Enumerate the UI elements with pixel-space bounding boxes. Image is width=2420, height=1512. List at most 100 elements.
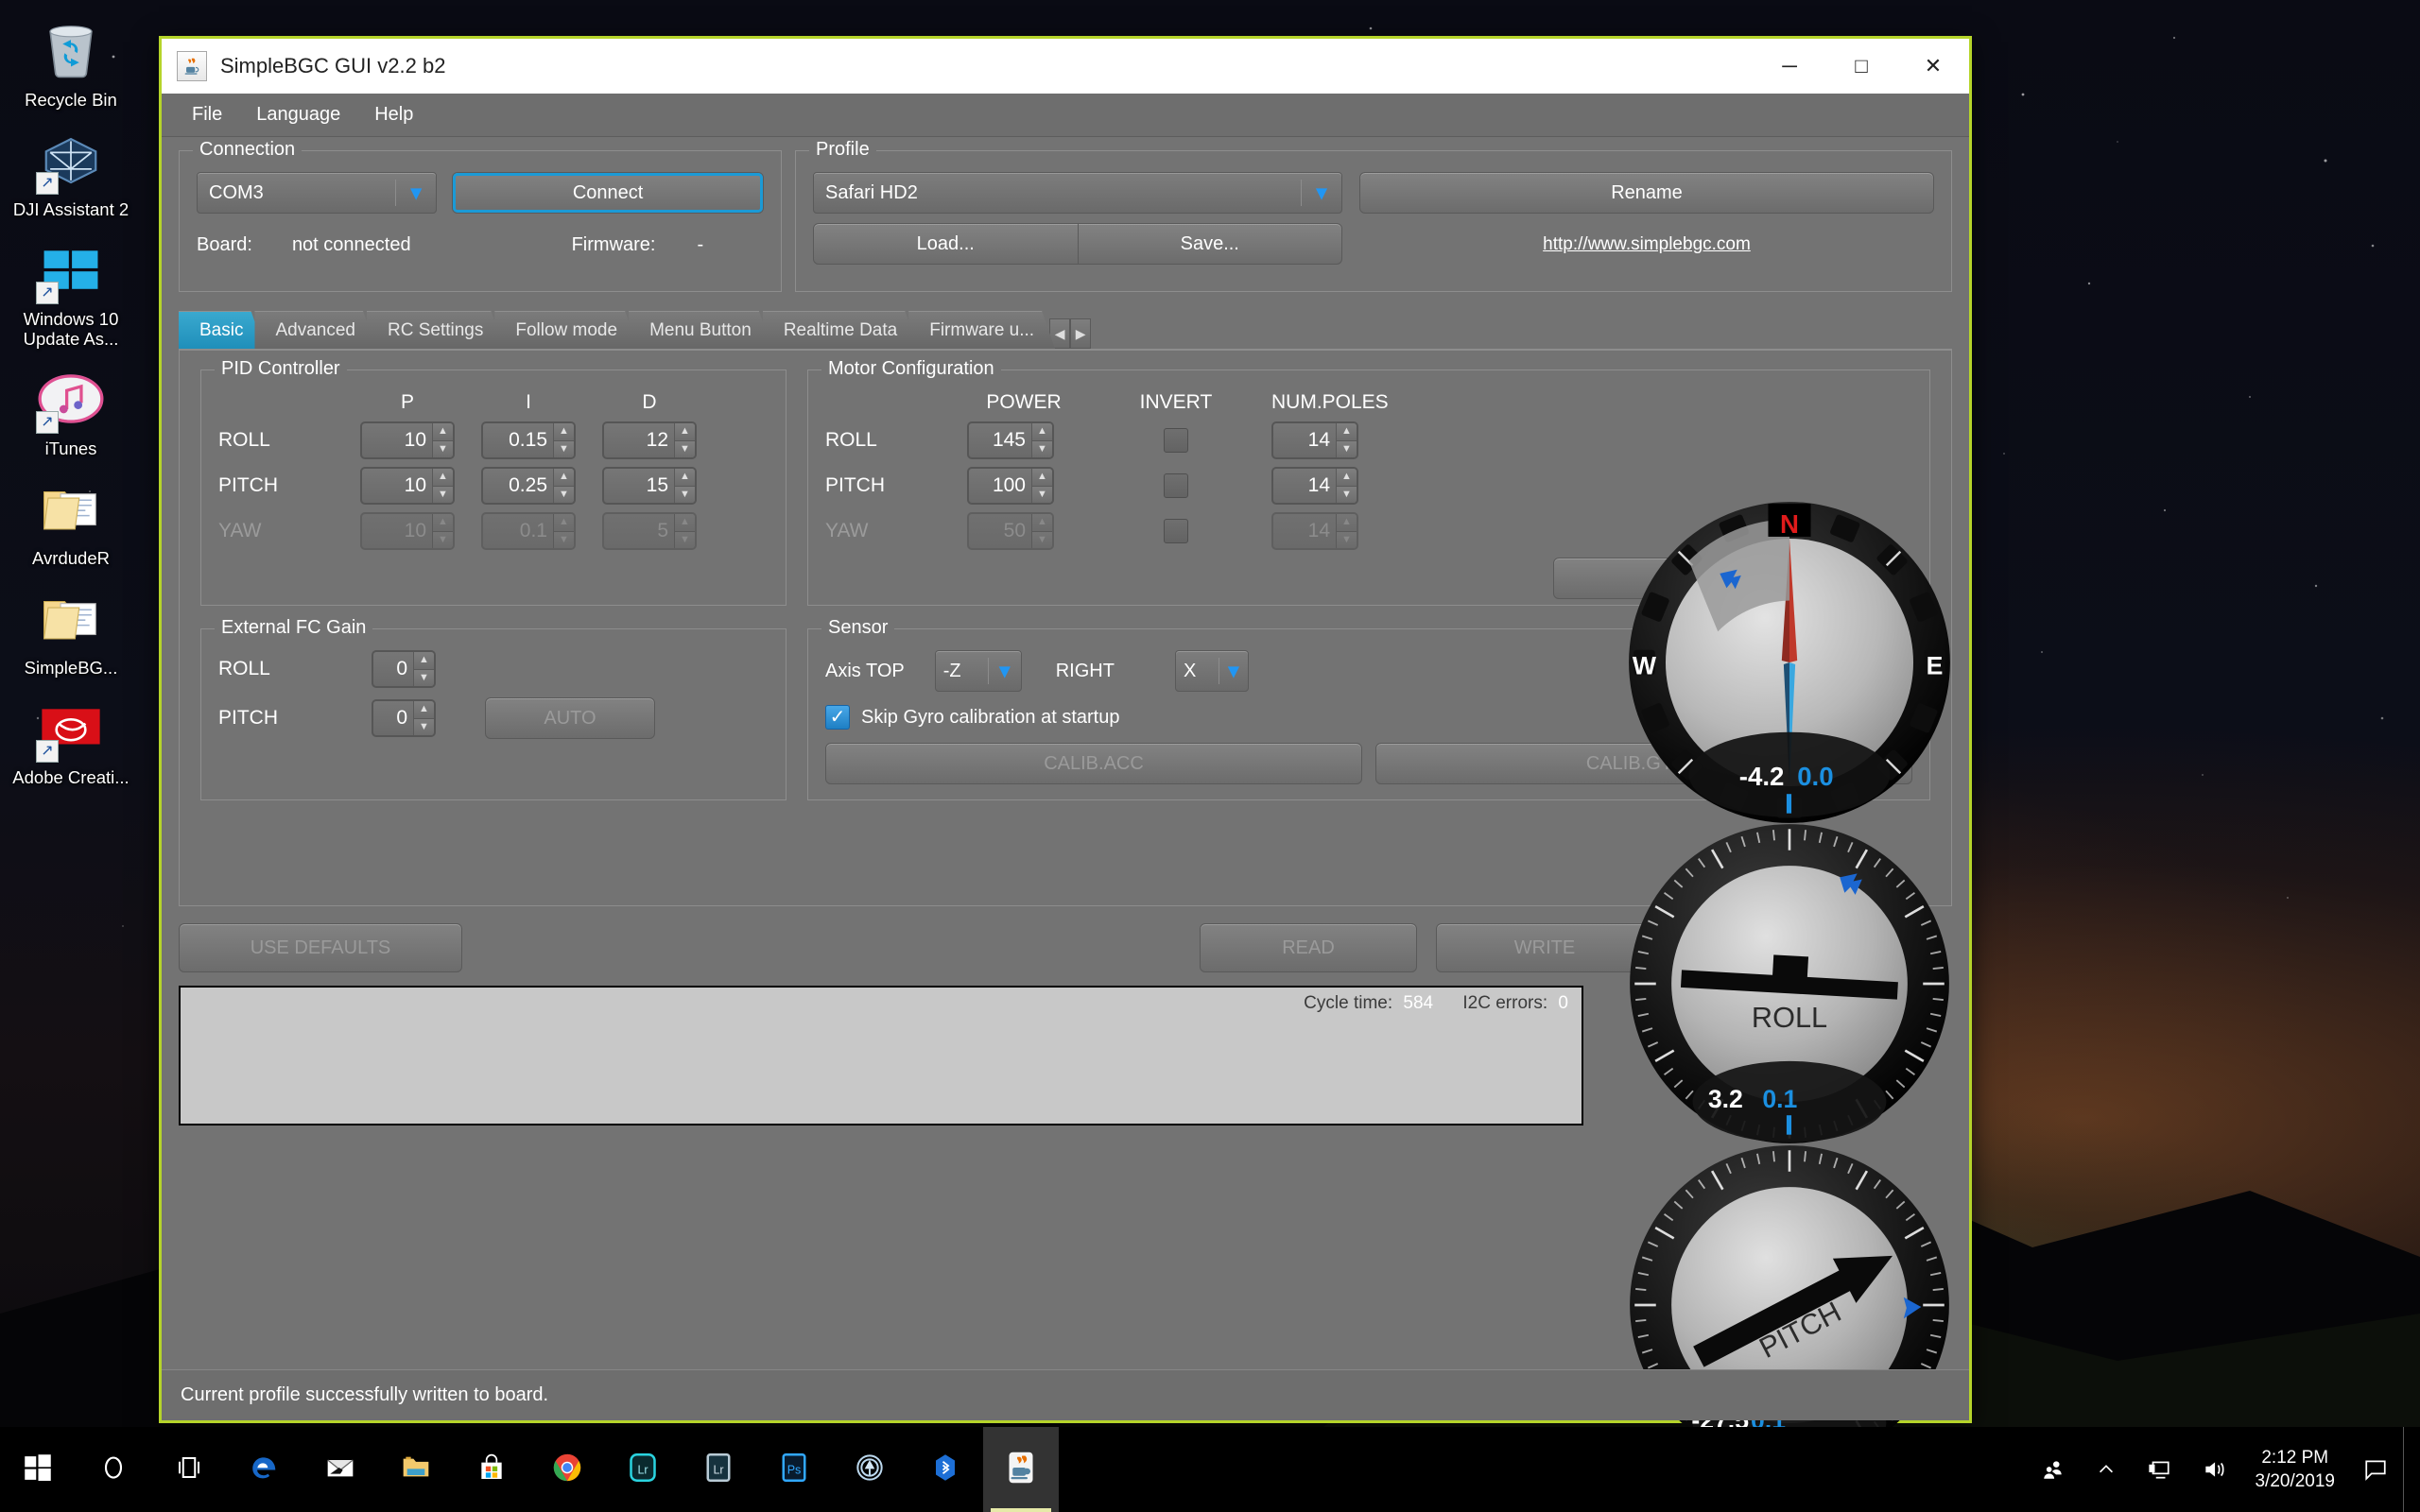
motor-pitch-poles-spinner-up-icon[interactable]: ▲ bbox=[1337, 469, 1357, 487]
fc-auto-button[interactable]: AUTO bbox=[485, 697, 655, 739]
tab-basic[interactable]: Basic bbox=[179, 311, 264, 349]
pid-roll-i-spinner[interactable]: 0.15 ▲ ▼ bbox=[481, 421, 576, 459]
tab-realtime-data[interactable]: Realtime Data bbox=[763, 311, 918, 349]
tab-menu-button[interactable]: Menu Button bbox=[629, 311, 772, 349]
motor-pitch-power-spinner[interactable]: 100 ▲ ▼ bbox=[967, 467, 1054, 505]
desktop-icon-simplebg[interactable]: SimpleBG... bbox=[0, 581, 142, 678]
pid-roll-d-spinner-steppers[interactable]: ▲ ▼ bbox=[674, 423, 695, 457]
edge-button[interactable] bbox=[227, 1427, 302, 1512]
menu-help[interactable]: Help bbox=[361, 98, 426, 131]
pid-roll-p-spinner[interactable]: 10 ▲ ▼ bbox=[360, 421, 455, 459]
fc-roll-spinner-down-icon[interactable]: ▼ bbox=[414, 669, 434, 686]
pid-pitch-d-spinner-up-icon[interactable]: ▲ bbox=[675, 469, 695, 487]
motor-roll-poles-spinner-down-icon[interactable]: ▼ bbox=[1337, 440, 1357, 457]
fc-pitch-spinner[interactable]: 0 ▲ ▼ bbox=[372, 699, 436, 737]
cortana-button[interactable] bbox=[76, 1427, 151, 1512]
chrome-button[interactable] bbox=[529, 1427, 605, 1512]
mail-button[interactable] bbox=[302, 1427, 378, 1512]
tab-advanced[interactable]: Advanced bbox=[254, 311, 376, 349]
store-button[interactable] bbox=[454, 1427, 529, 1512]
desktop-icon-adobe-creati[interactable]: ↗ Adobe Creati... bbox=[0, 691, 142, 787]
start-button[interactable] bbox=[0, 1427, 76, 1512]
motor-pitch-poles-spinner[interactable]: 14 ▲ ▼ bbox=[1271, 467, 1358, 505]
motor-pitch-poles-spinner-down-icon[interactable]: ▼ bbox=[1337, 486, 1357, 503]
tab-firmware-u[interactable]: Firmware u... bbox=[908, 311, 1055, 349]
pid-roll-i-spinner-up-icon[interactable]: ▲ bbox=[554, 423, 574, 441]
action-center-icon[interactable] bbox=[2348, 1427, 2403, 1512]
pid-pitch-d-spinner[interactable]: 15 ▲ ▼ bbox=[602, 467, 697, 505]
motor-roll-power-spinner-steppers[interactable]: ▲ ▼ bbox=[1031, 423, 1052, 457]
bluetooth-button[interactable] bbox=[908, 1427, 983, 1512]
read-button[interactable]: READ bbox=[1200, 923, 1417, 972]
fc-pitch-spinner-down-icon[interactable]: ▼ bbox=[414, 718, 434, 735]
pid-pitch-i-spinner-steppers[interactable]: ▲ ▼ bbox=[553, 469, 574, 503]
tab-rc-settings[interactable]: RC Settings bbox=[367, 311, 504, 349]
connect-button[interactable]: Connect bbox=[452, 172, 764, 214]
minimize-button[interactable]: ─ bbox=[1754, 39, 1825, 94]
console-output[interactable]: Cycle time: 584 I2C errors: 0 bbox=[179, 986, 1583, 1125]
speaker-icon[interactable] bbox=[2187, 1427, 2241, 1512]
motor-roll-poles-spinner-steppers[interactable]: ▲ ▼ bbox=[1336, 423, 1357, 457]
taskbar-clock[interactable]: 2:12 PM 3/20/2019 bbox=[2241, 1427, 2348, 1512]
fc-pitch-spinner-steppers[interactable]: ▲ ▼ bbox=[413, 701, 434, 735]
motor-roll-poles-spinner-up-icon[interactable]: ▲ bbox=[1337, 423, 1357, 441]
pid-roll-d-spinner-up-icon[interactable]: ▲ bbox=[675, 423, 695, 441]
pid-pitch-p-spinner[interactable]: 10 ▲ ▼ bbox=[360, 467, 455, 505]
motor-pitch-power-spinner-up-icon[interactable]: ▲ bbox=[1032, 469, 1052, 487]
motor-yaw-invert-checkbox[interactable] bbox=[1164, 519, 1188, 543]
pid-pitch-i-spinner-down-icon[interactable]: ▼ bbox=[554, 486, 574, 503]
simplebgc-website-link[interactable]: http://www.simplebgc.com bbox=[1543, 234, 1751, 254]
pid-pitch-p-spinner-down-icon[interactable]: ▼ bbox=[433, 486, 453, 503]
close-button[interactable]: ✕ bbox=[1897, 39, 1969, 94]
motor-roll-power-spinner-down-icon[interactable]: ▼ bbox=[1032, 440, 1052, 457]
write-button[interactable]: WRITE bbox=[1436, 923, 1653, 972]
pid-pitch-d-spinner-steppers[interactable]: ▲ ▼ bbox=[674, 469, 695, 503]
desktop-icon-itunes[interactable]: ↗ iTunes bbox=[0, 362, 142, 458]
motor-pitch-power-spinner-steppers[interactable]: ▲ ▼ bbox=[1031, 469, 1052, 503]
people-icon[interactable] bbox=[2026, 1427, 2081, 1512]
pid-roll-p-spinner-steppers[interactable]: ▲ ▼ bbox=[432, 423, 453, 457]
monitor-icon[interactable] bbox=[2132, 1427, 2187, 1512]
pid-pitch-d-spinner-down-icon[interactable]: ▼ bbox=[675, 486, 695, 503]
pid-roll-i-spinner-steppers[interactable]: ▲ ▼ bbox=[553, 423, 574, 457]
pid-pitch-i-spinner-up-icon[interactable]: ▲ bbox=[554, 469, 574, 487]
save-profile-button[interactable]: Save... bbox=[1078, 223, 1342, 265]
lightroom-cc-button[interactable]: Lr bbox=[605, 1427, 681, 1512]
fc-roll-spinner[interactable]: 0 ▲ ▼ bbox=[372, 650, 436, 688]
desktop-icon-dji-assistant-2[interactable]: ↗ DJI Assistant 2 bbox=[0, 123, 142, 219]
simplebgc-button[interactable] bbox=[983, 1427, 1059, 1512]
desktop-icon-avrduder[interactable]: AvrdudeR bbox=[0, 472, 142, 568]
calib-acc-button[interactable]: CALIB.ACC bbox=[825, 743, 1362, 784]
motor-roll-poles-spinner[interactable]: 14 ▲ ▼ bbox=[1271, 421, 1358, 459]
task-view-button[interactable] bbox=[151, 1427, 227, 1512]
fc-roll-spinner-steppers[interactable]: ▲ ▼ bbox=[413, 652, 434, 686]
fc-pitch-spinner-up-icon[interactable]: ▲ bbox=[414, 701, 434, 719]
photoshop-button[interactable]: Ps bbox=[756, 1427, 832, 1512]
skip-gyro-checkbox[interactable]: ✓ bbox=[825, 705, 850, 730]
axis-right-select[interactable]: X ▾ bbox=[1174, 650, 1249, 692]
motor-pitch-poles-spinner-steppers[interactable]: ▲ ▼ bbox=[1336, 469, 1357, 503]
motor-roll-power-spinner-up-icon[interactable]: ▲ bbox=[1032, 423, 1052, 441]
lightroom-button[interactable]: Lr bbox=[681, 1427, 756, 1512]
pid-pitch-i-spinner[interactable]: 0.25 ▲ ▼ bbox=[481, 467, 576, 505]
tab-follow-mode[interactable]: Follow mode bbox=[494, 311, 638, 349]
show-desktop-button[interactable] bbox=[2403, 1427, 2414, 1512]
pid-roll-i-spinner-down-icon[interactable]: ▼ bbox=[554, 440, 574, 457]
menu-file[interactable]: File bbox=[179, 98, 235, 131]
motor-roll-invert-checkbox[interactable] bbox=[1164, 428, 1188, 453]
axis-top-select[interactable]: -Z ▾ bbox=[934, 650, 1022, 692]
pid-pitch-p-spinner-steppers[interactable]: ▲ ▼ bbox=[432, 469, 453, 503]
file-explorer-button[interactable] bbox=[378, 1427, 454, 1512]
desktop-icon-windows-10-update-as[interactable]: ↗ Windows 10 Update As... bbox=[0, 232, 142, 349]
com-port-select[interactable]: COM3 ▾ bbox=[197, 172, 438, 214]
tab-scroll-right-button[interactable]: ▶ bbox=[1070, 318, 1092, 349]
maximize-button[interactable]: □ bbox=[1825, 39, 1897, 94]
motor-pitch-power-spinner-down-icon[interactable]: ▼ bbox=[1032, 486, 1052, 503]
pid-roll-d-spinner[interactable]: 12 ▲ ▼ bbox=[602, 421, 697, 459]
dji-button[interactable] bbox=[832, 1427, 908, 1512]
load-profile-button[interactable]: Load... bbox=[813, 223, 1079, 265]
pid-roll-p-spinner-down-icon[interactable]: ▼ bbox=[433, 440, 453, 457]
fc-roll-spinner-up-icon[interactable]: ▲ bbox=[414, 652, 434, 670]
desktop-icon-recycle-bin[interactable]: Recycle Bin bbox=[0, 13, 142, 110]
pid-roll-p-spinner-up-icon[interactable]: ▲ bbox=[433, 423, 453, 441]
